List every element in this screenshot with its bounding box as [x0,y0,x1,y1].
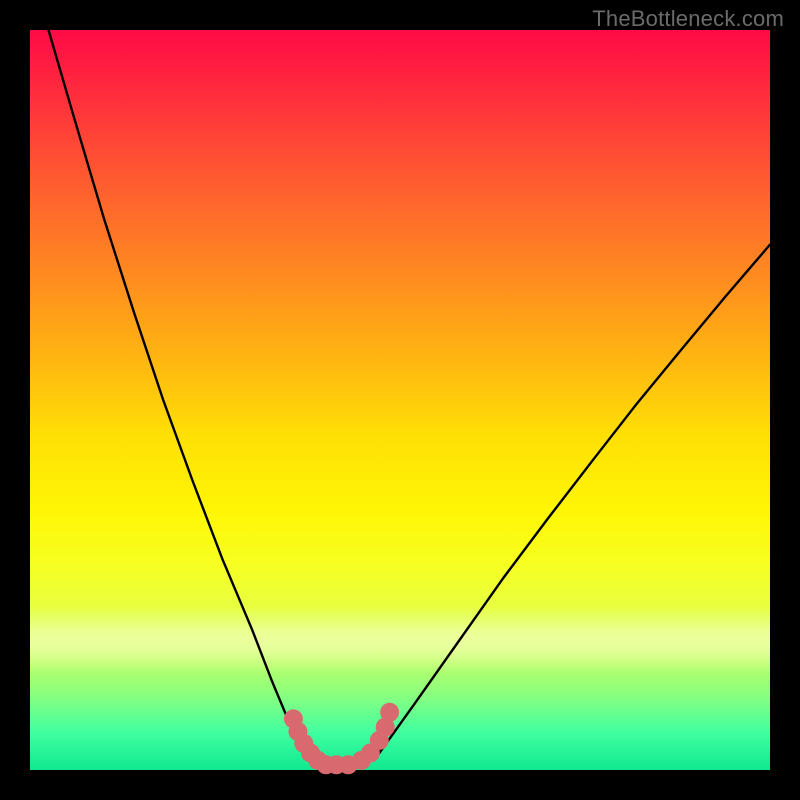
curve-layer [30,30,770,770]
plot-area [30,30,770,770]
valley-beads [284,703,399,775]
curve-left [49,30,771,765]
bead-dot [380,703,399,722]
watermark-text: TheBottleneck.com [592,6,784,32]
outer-frame: TheBottleneck.com [0,0,800,800]
